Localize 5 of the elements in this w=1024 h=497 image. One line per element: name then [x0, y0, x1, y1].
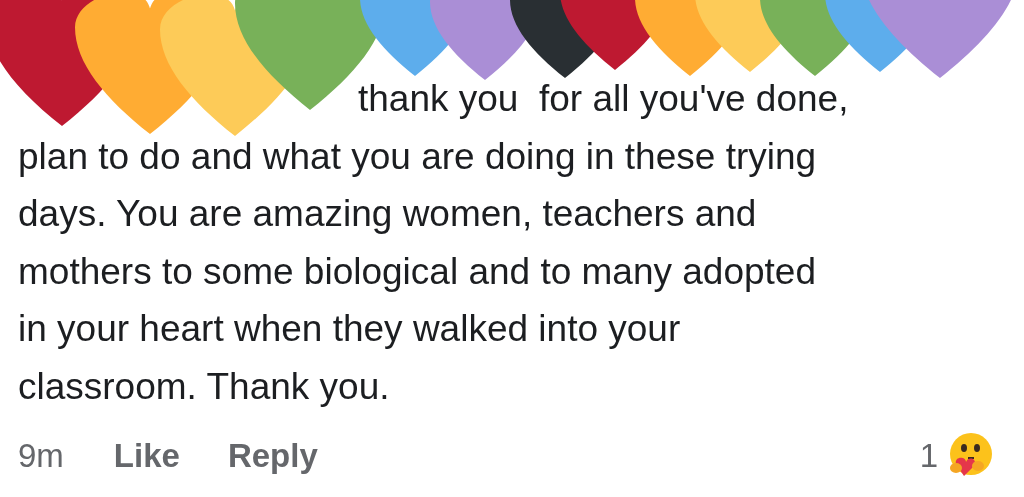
comment-time: 9m	[18, 437, 64, 475]
comment-text: thank you for all you've done, plan to do and what you are doing in these trying days. You are amazing women, teachers and mothers to some biological and to many adopted in your heart when they walked into your classroom. Thank you.	[17, 77, 850, 409]
like-button[interactable]: Like	[113, 437, 180, 475]
reply-button[interactable]: Reply	[227, 437, 318, 475]
reaction-count: 1	[919, 437, 938, 475]
